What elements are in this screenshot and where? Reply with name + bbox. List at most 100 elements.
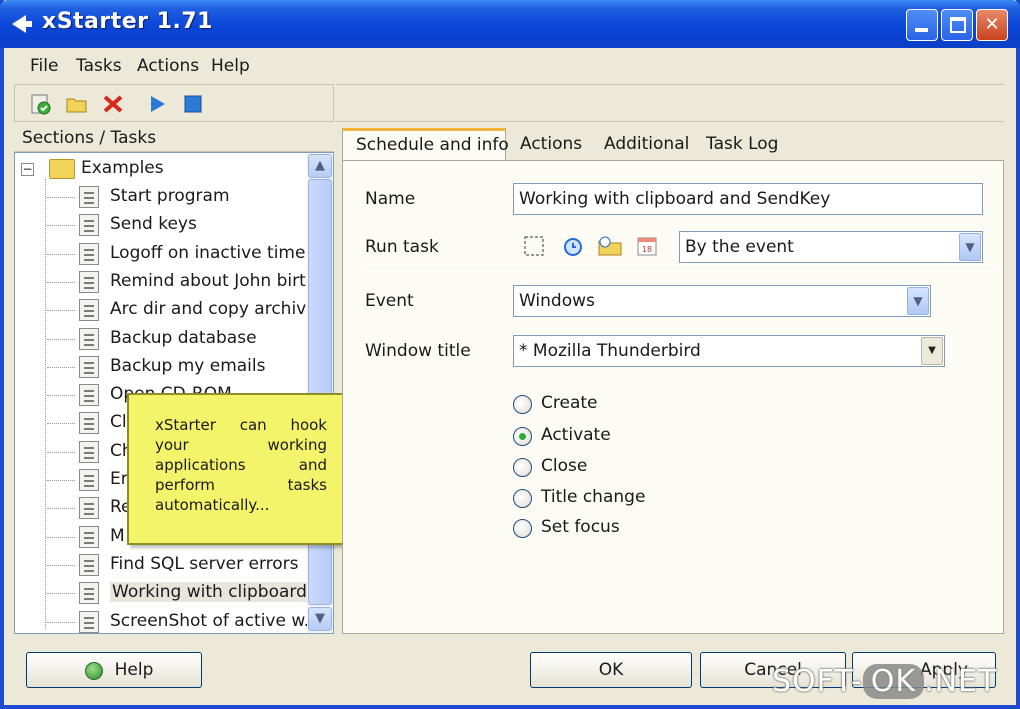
menu-tasks[interactable]: Tasks bbox=[76, 56, 122, 76]
close-button[interactable]: ✕ bbox=[976, 9, 1008, 41]
tree-item[interactable]: Working with clipboard ... bbox=[15, 579, 331, 607]
folder-event-icon[interactable] bbox=[597, 234, 623, 258]
title-bar[interactable]: xStarter 1.71 ✕ bbox=[0, 0, 1020, 48]
run-icon[interactable] bbox=[145, 92, 169, 116]
tree-item-label: Arc dir and copy archive bbox=[110, 299, 317, 320]
tree-line bbox=[47, 536, 75, 538]
tree-line bbox=[47, 508, 75, 510]
tree-item[interactable]: Send keys bbox=[15, 211, 309, 239]
help-button[interactable]: Help bbox=[26, 652, 202, 688]
collapse-icon[interactable]: − bbox=[21, 163, 34, 176]
task-file-icon bbox=[79, 242, 99, 265]
tree-item-label: Send keys bbox=[110, 214, 197, 235]
chevron-down-icon[interactable]: ▼ bbox=[921, 337, 943, 365]
task-file-icon bbox=[79, 525, 99, 548]
tree-line bbox=[47, 451, 75, 453]
event-value: Windows bbox=[519, 291, 595, 311]
menu-help[interactable]: Help bbox=[211, 56, 250, 76]
tab-strip: Schedule and info Actions Additional Tas… bbox=[342, 128, 1004, 161]
run-task-label: Run task bbox=[365, 237, 439, 257]
watermark-right: .NET bbox=[924, 664, 998, 699]
new-task-icon[interactable] bbox=[29, 92, 53, 116]
task-file-icon bbox=[79, 440, 99, 463]
maximize-icon bbox=[950, 17, 966, 33]
tree-item-label: Working with clipboard ... bbox=[110, 582, 331, 603]
menu-file[interactable]: File bbox=[30, 56, 58, 76]
alarm-clock-icon[interactable] bbox=[561, 234, 585, 258]
tab-label: Task Log bbox=[706, 134, 779, 154]
tree-line bbox=[47, 281, 75, 283]
delete-icon[interactable] bbox=[101, 92, 125, 116]
radio-button[interactable] bbox=[513, 427, 532, 446]
minimize-button[interactable] bbox=[906, 9, 938, 41]
watermark-left: SOFT- bbox=[772, 664, 863, 699]
tree-item[interactable]: Logoff on inactive time bbox=[15, 240, 309, 268]
tree-line bbox=[47, 621, 75, 623]
task-file-icon bbox=[79, 355, 99, 378]
tree-line bbox=[47, 225, 75, 227]
tree-line bbox=[47, 423, 75, 425]
tree-item[interactable]: ScreenShot of active w... bbox=[15, 608, 320, 634]
chevron-down-icon[interactable]: ▼ bbox=[907, 287, 929, 315]
watermark: SOFT- OK .NET bbox=[772, 664, 997, 699]
maximize-button[interactable] bbox=[941, 9, 973, 41]
radio-label: Close bbox=[541, 456, 588, 476]
scroll-down-icon[interactable]: ▼ bbox=[308, 607, 332, 631]
radio-button[interactable] bbox=[513, 519, 532, 538]
tree-item[interactable]: Start program bbox=[15, 183, 309, 211]
tab-actions[interactable]: Actions bbox=[508, 130, 592, 160]
tree-item-label: Find SQL server errors bbox=[110, 553, 299, 574]
left-panel-header: Sections / Tasks bbox=[14, 126, 334, 152]
tree-item[interactable]: Backup my emails bbox=[15, 353, 309, 381]
name-input[interactable]: Working with clipboard and SendKey bbox=[513, 183, 983, 215]
task-file-icon bbox=[79, 412, 99, 435]
tree-item[interactable]: Remind about John birt... bbox=[15, 268, 322, 296]
window-title-select[interactable]: * Mozilla Thunderbird ▼ bbox=[513, 335, 945, 367]
radio-button[interactable] bbox=[513, 395, 532, 414]
tab-additional[interactable]: Additional bbox=[594, 130, 694, 160]
tree-item[interactable]: Arc dir and copy archive bbox=[15, 296, 317, 324]
calendar-icon[interactable]: 18 bbox=[635, 234, 659, 258]
name-value: Working with clipboard and SendKey bbox=[519, 189, 831, 209]
minimize-icon bbox=[915, 28, 928, 32]
task-file-icon bbox=[79, 384, 99, 407]
radio-button[interactable] bbox=[513, 458, 532, 477]
callout-text: xStarter can hook your working applicati… bbox=[155, 416, 327, 514]
main-window: xStarter 1.71 ✕ File Tasks Actions Help bbox=[0, 0, 1020, 709]
ok-button[interactable]: OK bbox=[530, 652, 692, 688]
watermark-ok: OK bbox=[862, 664, 925, 699]
chevron-down-icon[interactable]: ▼ bbox=[959, 233, 981, 261]
menu-bar: File Tasks Actions Help bbox=[14, 52, 1004, 80]
toolbar bbox=[14, 84, 334, 122]
event-select[interactable]: Windows ▼ bbox=[513, 285, 931, 317]
tab-schedule-and-info[interactable]: Schedule and info bbox=[342, 128, 509, 161]
task-file-icon bbox=[79, 553, 99, 576]
radio-label: Activate bbox=[541, 425, 611, 445]
svg-text:18: 18 bbox=[642, 245, 652, 254]
scroll-up-icon[interactable]: ▲ bbox=[308, 154, 332, 178]
stop-icon[interactable] bbox=[181, 92, 205, 116]
tree-root-examples[interactable]: − Examples bbox=[15, 155, 309, 183]
tree-line bbox=[47, 564, 75, 566]
separator bbox=[357, 271, 1001, 272]
menu-actions[interactable]: Actions bbox=[137, 56, 199, 76]
radio-label: Create bbox=[541, 393, 598, 413]
tab-task-log[interactable]: Task Log bbox=[696, 130, 796, 160]
select-icon[interactable] bbox=[523, 235, 545, 257]
tree-line bbox=[47, 310, 75, 312]
window-title-label: Window title bbox=[365, 341, 471, 361]
tree-item-label: ScreenShot of active w... bbox=[110, 610, 320, 631]
tree-line bbox=[47, 593, 75, 595]
run-task-select[interactable]: By the event ▼ bbox=[679, 231, 983, 263]
task-file-icon bbox=[79, 469, 99, 491]
tree-item-label: M bbox=[110, 525, 125, 546]
tab-label: Additional bbox=[604, 134, 690, 154]
folder-icon[interactable] bbox=[65, 92, 89, 116]
tree-line bbox=[47, 338, 75, 340]
tree-item[interactable]: Find SQL server errors bbox=[15, 551, 309, 579]
folder-icon bbox=[49, 159, 75, 179]
tree-item-label: Cl bbox=[110, 412, 127, 433]
tree-item[interactable]: Backup database bbox=[15, 325, 309, 353]
radio-button[interactable] bbox=[513, 489, 532, 508]
task-file-icon bbox=[79, 270, 99, 293]
